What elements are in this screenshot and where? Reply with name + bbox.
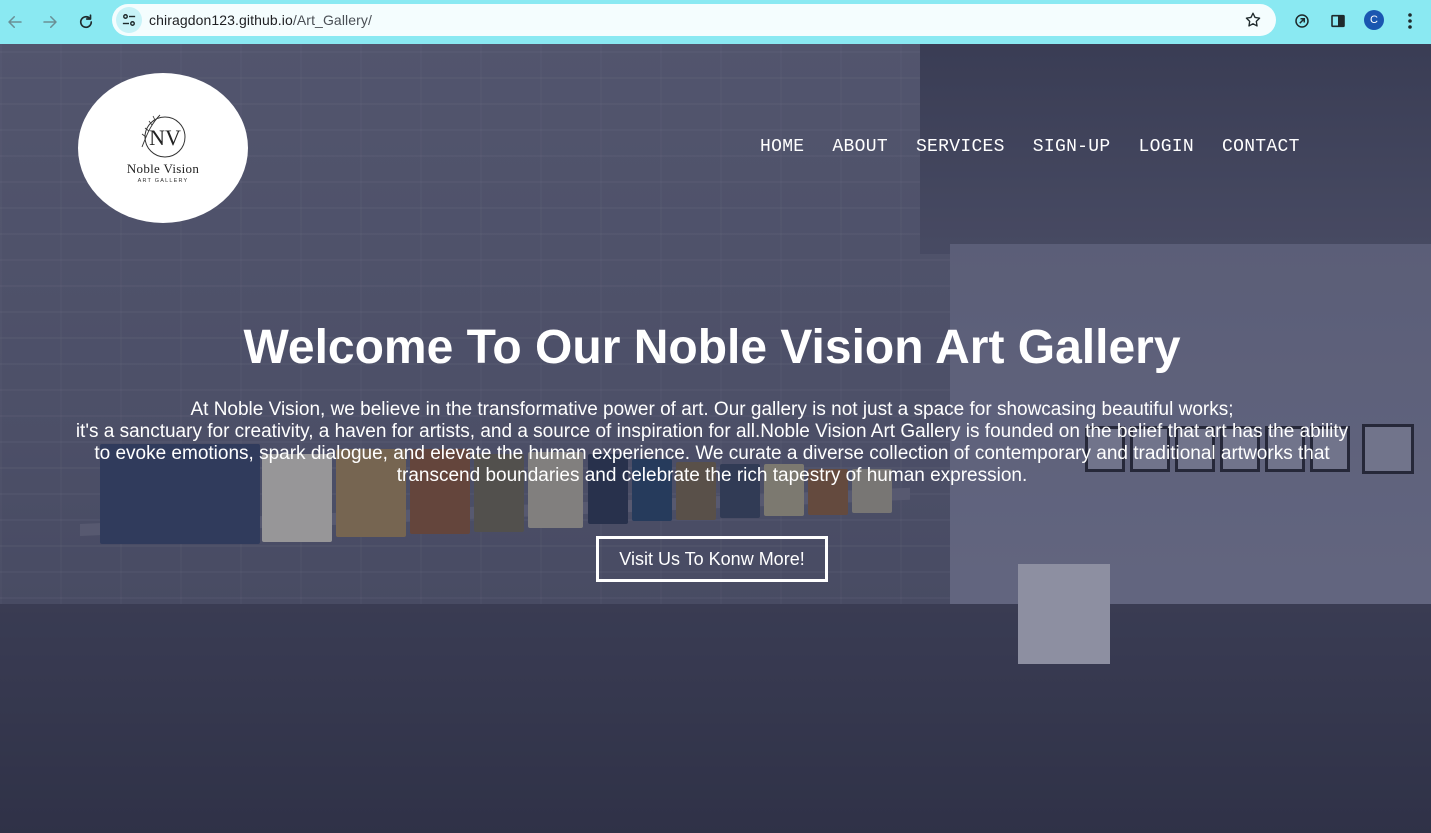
profile-avatar[interactable]: C <box>1364 10 1384 30</box>
forward-button[interactable] <box>36 8 64 36</box>
main-navigation: HOME ABOUT SERVICES SIGN-UP LOGIN CONTAC… <box>760 137 1300 157</box>
address-bar[interactable]: chiragdon123.github.io/Art_Gallery/ <box>112 4 1276 36</box>
hero-intro-line-1: At Noble Vision, we believe in the trans… <box>190 399 1234 420</box>
extension-icon <box>1295 14 1309 28</box>
extension-button[interactable] <box>1291 10 1313 32</box>
hero-intro: At Noble Vision, we believe in the trans… <box>72 399 1352 487</box>
hero-title: Welcome To Our Noble Vision Art Gallery <box>243 321 1181 374</box>
reload-icon <box>79 14 93 29</box>
hero-section: NV Noble Vision ART GALLERY HOME ABOUT S… <box>0 44 1431 833</box>
nav-sign-up[interactable]: SIGN-UP <box>1033 137 1111 157</box>
reload-button[interactable] <box>72 8 100 36</box>
nv-monogram-icon: NV <box>141 114 186 157</box>
nav-contact[interactable]: CONTACT <box>1222 137 1300 157</box>
visit-us-button[interactable]: Visit Us To Konw More! <box>596 536 828 582</box>
site-logo[interactable]: NV Noble Vision ART GALLERY <box>78 73 248 223</box>
browser-toolbar: chiragdon123.github.io/Art_Gallery/ C <box>0 0 1431 44</box>
url-path: /Art_Gallery/ <box>292 12 372 28</box>
logo-monogram: NV <box>149 125 181 150</box>
hero-intro-line-2: it's a sanctuary for creativity, a haven… <box>75 421 1349 486</box>
profile-initial: C <box>1370 14 1378 26</box>
site-info-button[interactable] <box>116 7 142 33</box>
url-host: chiragdon123.github.io <box>149 12 293 28</box>
kebab-menu-icon <box>1408 13 1412 29</box>
arrow-right-icon <box>43 16 57 28</box>
nav-home[interactable]: HOME <box>760 137 804 157</box>
logo-subtitle: ART GALLERY <box>137 177 189 184</box>
nav-login[interactable]: LOGIN <box>1138 137 1194 157</box>
side-panel-button[interactable] <box>1327 10 1349 32</box>
back-button[interactable] <box>1 8 29 36</box>
nav-about[interactable]: ABOUT <box>832 137 888 157</box>
side-panel-icon <box>1331 14 1345 28</box>
bookmark-star-icon[interactable] <box>1244 11 1262 29</box>
logo-name: Noble Vision <box>126 160 200 176</box>
arrow-left-icon <box>8 16 22 28</box>
browser-menu-button[interactable] <box>1399 10 1421 32</box>
url-text: chiragdon123.github.io/Art_Gallery/ <box>149 12 372 28</box>
nav-services[interactable]: SERVICES <box>916 137 1005 157</box>
tune-icon <box>122 14 136 26</box>
